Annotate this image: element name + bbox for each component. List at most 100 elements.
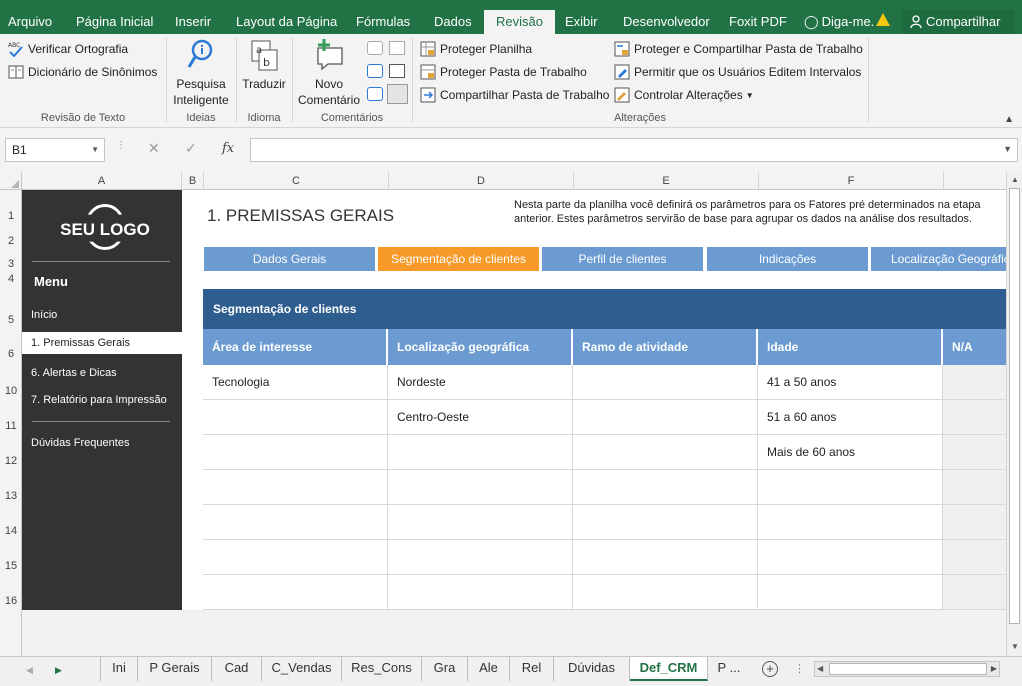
table-cell[interactable]: Nordeste xyxy=(388,365,573,400)
table-cell[interactable] xyxy=(388,505,573,540)
protect-share-workbook-button[interactable]: Proteger e Compartilhar Pasta de Trabalh… xyxy=(614,41,863,57)
tab-tell-me[interactable]: ◯ Diga-me. xyxy=(804,8,874,34)
sheet-tab-rel[interactable]: Rel xyxy=(510,657,554,681)
scroll-thumb[interactable] xyxy=(829,663,987,675)
translate-button[interactable]: ab Traduzir xyxy=(240,38,288,92)
column-header-a[interactable]: A xyxy=(22,172,182,190)
cancel-icon[interactable]: ✕ xyxy=(148,140,160,157)
table-cell[interactable] xyxy=(573,400,758,435)
table-cell[interactable] xyxy=(758,540,943,575)
warning-icon[interactable] xyxy=(876,13,890,26)
worksheet[interactable]: SEU LOGO Menu Início 1. Premissas Gerais… xyxy=(22,190,1006,656)
sidebar-item-inicio[interactable]: Início xyxy=(31,309,57,321)
sheet-tab-ale[interactable]: Ale xyxy=(468,657,510,681)
scroll-up-icon[interactable]: ▲ xyxy=(1011,175,1019,184)
table-cell[interactable] xyxy=(573,435,758,470)
table-cell[interactable] xyxy=(203,470,388,505)
table-cell[interactable] xyxy=(943,575,1006,610)
table-cell[interactable] xyxy=(203,575,388,610)
table-cell[interactable] xyxy=(203,505,388,540)
horizontal-scrollbar[interactable]: ◀ ▶ xyxy=(814,661,1000,677)
table-cell[interactable] xyxy=(388,575,573,610)
table-cell[interactable] xyxy=(388,435,573,470)
delete-comment-icon[interactable] xyxy=(367,41,383,55)
tab-perfil[interactable]: Perfil de clientes xyxy=(542,247,703,271)
column-header-b[interactable]: B xyxy=(182,172,204,190)
table-cell[interactable]: Centro-Oeste xyxy=(388,400,573,435)
previous-sheet-icon[interactable]: ◀ xyxy=(26,665,33,676)
vertical-scrollbar[interactable]: ▲ ▼ xyxy=(1006,172,1022,656)
scroll-thumb[interactable] xyxy=(1009,188,1020,624)
table-cell[interactable] xyxy=(758,470,943,505)
spelling-button[interactable]: ABC Verificar Ortografia xyxy=(8,41,128,57)
sidebar-item-relatorio[interactable]: 7. Relatório para Impressão xyxy=(31,394,167,406)
table-cell[interactable] xyxy=(388,540,573,575)
table-cell[interactable] xyxy=(573,470,758,505)
column-header-f[interactable]: F xyxy=(759,172,944,190)
table-cell[interactable] xyxy=(203,435,388,470)
sheet-tab-duvidas[interactable]: Dúvidas xyxy=(554,657,630,681)
row-header[interactable]: 3 xyxy=(0,258,22,270)
row-header[interactable]: 14 xyxy=(0,525,22,537)
chevron-down-icon[interactable]: ▼ xyxy=(1003,144,1012,154)
share-workbook-button[interactable]: Compartilhar Pasta de Trabalho xyxy=(420,87,609,103)
row-header[interactable]: 10 xyxy=(0,385,22,397)
tab-exibir[interactable]: Exibir xyxy=(565,8,598,34)
share-button[interactable]: Compartilhar xyxy=(902,10,1014,34)
table-cell[interactable] xyxy=(573,540,758,575)
formula-input[interactable]: ▼ xyxy=(250,138,1018,162)
table-cell[interactable] xyxy=(203,400,388,435)
table-cell[interactable]: Tecnologia xyxy=(203,365,388,400)
scroll-down-icon[interactable]: ▼ xyxy=(1011,642,1019,651)
next-sheet-icon[interactable]: ▶ xyxy=(55,665,62,676)
tab-dados-gerais[interactable]: Dados Gerais xyxy=(204,247,375,271)
sidebar-item-duvidas[interactable]: Dúvidas Frequentes xyxy=(31,437,129,449)
table-cell[interactable] xyxy=(758,575,943,610)
next-comment-icon[interactable] xyxy=(367,87,383,101)
scroll-right-icon[interactable]: ▶ xyxy=(991,664,997,673)
row-header[interactable]: 6 xyxy=(0,348,22,360)
row-header[interactable]: 1 xyxy=(0,210,22,222)
sheet-tab-p-gerais[interactable]: P Gerais xyxy=(138,657,212,681)
column-header-e[interactable]: E xyxy=(574,172,759,190)
thesaurus-button[interactable]: Dicionário de Sinônimos xyxy=(8,64,157,80)
table-cell[interactable] xyxy=(573,505,758,540)
allow-edit-ranges-button[interactable]: Permitir que os Usuários Editem Interval… xyxy=(614,64,861,80)
name-box[interactable]: B1 ▼ xyxy=(5,138,105,162)
table-cell[interactable] xyxy=(943,435,1006,470)
table-cell[interactable] xyxy=(573,575,758,610)
tab-formulas[interactable]: Fórmulas xyxy=(356,8,410,34)
tab-desenvolvedor[interactable]: Desenvolvedor xyxy=(623,8,710,34)
previous-comment-icon[interactable] xyxy=(367,64,383,78)
row-header[interactable]: 12 xyxy=(0,455,22,467)
confirm-icon[interactable]: ✓ xyxy=(185,140,197,157)
sidebar-item-premissas-gerais[interactable]: 1. Premissas Gerais xyxy=(22,332,182,354)
sheet-tab-more[interactable]: P ... xyxy=(708,657,750,681)
table-cell[interactable] xyxy=(943,505,1006,540)
row-header[interactable]: 13 xyxy=(0,490,22,502)
sidebar-item-alertas[interactable]: 6. Alertas e Dicas xyxy=(31,367,117,379)
show-ink-icon[interactable] xyxy=(387,84,408,104)
table-cell[interactable] xyxy=(943,540,1006,575)
new-comment-button[interactable]: Novo Comentário xyxy=(295,38,363,108)
show-all-comments-icon[interactable] xyxy=(389,64,405,78)
row-header[interactable]: 16 xyxy=(0,595,22,607)
column-header-c[interactable]: C xyxy=(204,172,389,190)
tab-layout[interactable]: Layout da Página xyxy=(236,8,337,34)
chevron-down-icon[interactable]: ▼ xyxy=(91,139,99,161)
add-sheet-button[interactable]: + xyxy=(762,661,778,677)
table-cell[interactable] xyxy=(203,540,388,575)
smart-lookup-button[interactable]: Pesquisa Inteligente xyxy=(170,38,232,108)
tab-localizacao[interactable]: Localização Geográfica xyxy=(871,247,1006,271)
collapse-ribbon-icon[interactable]: ▲ xyxy=(1004,114,1014,125)
row-header[interactable]: 4 xyxy=(0,273,22,285)
table-cell[interactable]: Mais de 60 anos xyxy=(758,435,943,470)
row-header[interactable]: 5 xyxy=(0,314,22,326)
table-cell[interactable] xyxy=(388,470,573,505)
table-cell[interactable] xyxy=(758,505,943,540)
sheet-tab-cad[interactable]: Cad xyxy=(212,657,262,681)
column-header-d[interactable]: D xyxy=(389,172,574,190)
tab-inserir[interactable]: Inserir xyxy=(175,8,211,34)
table-cell[interactable] xyxy=(943,365,1006,400)
table-cell[interactable]: 41 a 50 anos xyxy=(758,365,943,400)
